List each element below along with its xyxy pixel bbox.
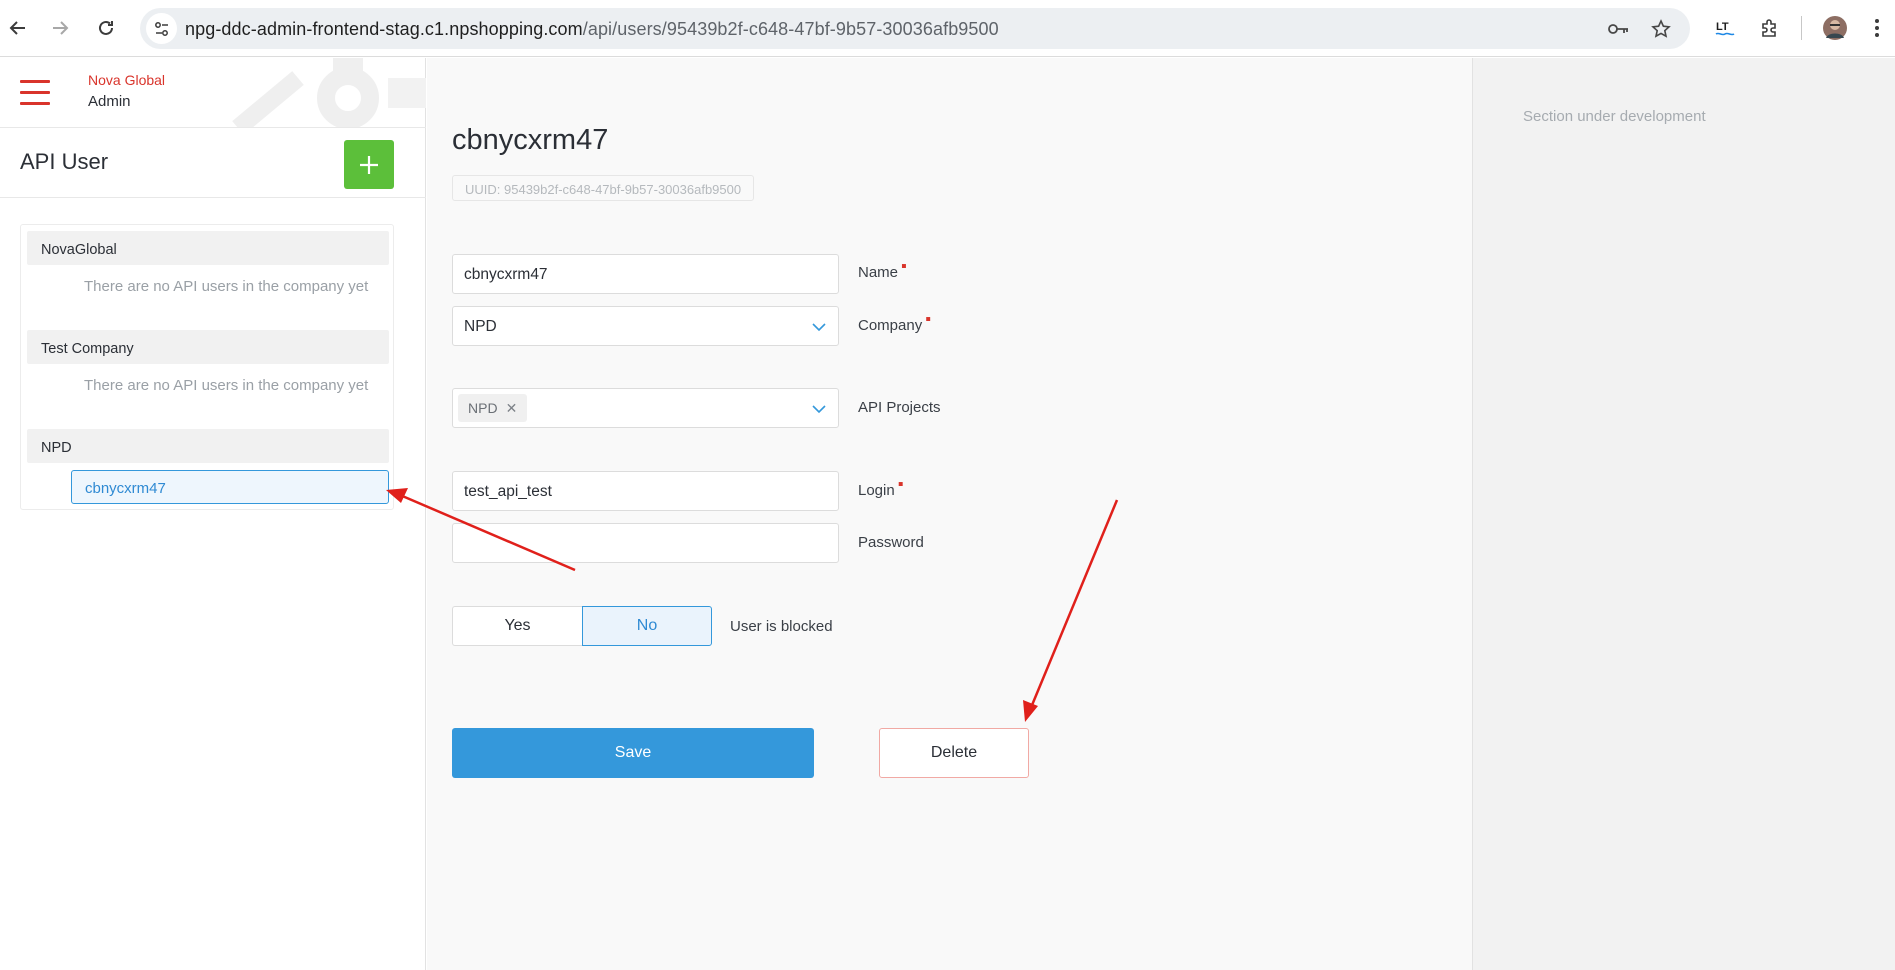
extensions-puzzle-icon[interactable] <box>1757 15 1783 41</box>
blocked-yes-button[interactable]: Yes <box>452 606 582 646</box>
company-select-value: NPD <box>464 318 497 335</box>
url-text[interactable]: npg-ddc-admin-frontend-stag.c1.npshoppin… <box>185 19 999 40</box>
name-label: Name ▪ <box>858 258 907 282</box>
company-label: Company ▪ <box>858 311 931 335</box>
group-header-novaglobal[interactable]: NovaGlobal <box>27 231 389 265</box>
sidebar-header: API User <box>0 128 426 198</box>
login-label-text: Login <box>858 482 895 499</box>
chevron-down-icon <box>812 401 826 419</box>
reload-icon[interactable] <box>92 14 120 42</box>
browser-toolbar: npg-ddc-admin-frontend-stag.c1.npshoppin… <box>0 0 1895 57</box>
company-tree: NovaGlobal There are no API users in the… <box>20 224 394 510</box>
empty-note: There are no API users in the company ye… <box>84 377 369 394</box>
url-host: npg-ddc-admin-frontend-stag.c1.npshoppin… <box>185 19 583 39</box>
profile-avatar[interactable] <box>1822 15 1848 41</box>
plus-icon <box>360 155 378 174</box>
extension-lt-icon[interactable]: LT <box>1712 15 1738 41</box>
main-content: cbnycxrm47 UUID: 95439b2f-c648-47bf-9b57… <box>427 58 1472 970</box>
required-marker: ▪ <box>925 311 931 328</box>
project-tag-label: NPD <box>468 400 498 416</box>
toolbar-divider <box>1801 16 1802 40</box>
save-button[interactable]: Save <box>452 728 814 778</box>
key-icon[interactable] <box>1608 18 1630 40</box>
chevron-down-icon <box>812 319 826 337</box>
add-user-button[interactable] <box>344 140 394 189</box>
project-tag: NPD ✕ <box>458 394 528 422</box>
api-projects-label: API Projects <box>858 399 941 416</box>
page-title: cbnycxrm47 <box>452 124 609 156</box>
sidebar-title: API User <box>20 149 109 174</box>
hamburger-menu-icon[interactable] <box>20 80 50 105</box>
password-label: Password <box>858 534 924 551</box>
browser-menu-icon[interactable] <box>1864 15 1890 41</box>
sidebar: Nova Global Admin API User NovaGlobal Th… <box>0 58 426 970</box>
login-input[interactable]: test_api_test <box>452 471 839 511</box>
url-path: /api/users/95439b2f-c648-47bf-9b57-30036… <box>582 19 999 39</box>
user-list-item-selected[interactable]: cbnycxrm47 <box>71 470 389 504</box>
gear-watermark-icon <box>232 58 426 127</box>
brand-header: Nova Global Admin <box>0 58 426 128</box>
right-panel: Section under development <box>1472 58 1895 970</box>
api-projects-select[interactable]: NPD ✕ <box>452 388 839 428</box>
bookmark-star-icon[interactable] <box>1650 18 1672 40</box>
group-header-test-company[interactable]: Test Company <box>27 330 389 364</box>
remove-tag-icon[interactable]: ✕ <box>506 400 518 416</box>
forward-icon[interactable] <box>46 14 74 42</box>
blocked-no-button[interactable]: No <box>582 606 712 646</box>
address-bar[interactable]: npg-ddc-admin-frontend-stag.c1.npshoppin… <box>140 8 1690 49</box>
blocked-label: User is blocked <box>730 618 833 635</box>
app-root: Nova Global Admin API User NovaGlobal Th… <box>0 58 1895 970</box>
back-icon[interactable] <box>4 14 32 42</box>
development-note: Section under development <box>1523 108 1706 125</box>
svg-text:LT: LT <box>1716 21 1729 33</box>
required-marker: ▪ <box>901 258 907 275</box>
brand-subtitle: Admin <box>88 93 131 110</box>
brand-name: Nova Global <box>88 72 166 88</box>
name-input[interactable]: cbnycxrm47 <box>452 254 839 294</box>
empty-note: There are no API users in the company ye… <box>84 278 369 295</box>
password-input[interactable] <box>452 523 839 563</box>
group-header-npd[interactable]: NPD <box>27 429 389 463</box>
required-marker: ▪ <box>897 476 904 493</box>
company-select[interactable]: NPD <box>452 306 839 346</box>
uuid-badge: UUID: 95439b2f-c648-47bf-9b57-30036afb95… <box>452 175 755 201</box>
company-label-text: Company <box>858 317 923 334</box>
name-label-text: Name <box>858 264 899 281</box>
delete-button[interactable]: Delete <box>879 728 1029 778</box>
login-label: Login ▪ <box>858 476 903 500</box>
site-settings-icon[interactable] <box>146 13 177 44</box>
